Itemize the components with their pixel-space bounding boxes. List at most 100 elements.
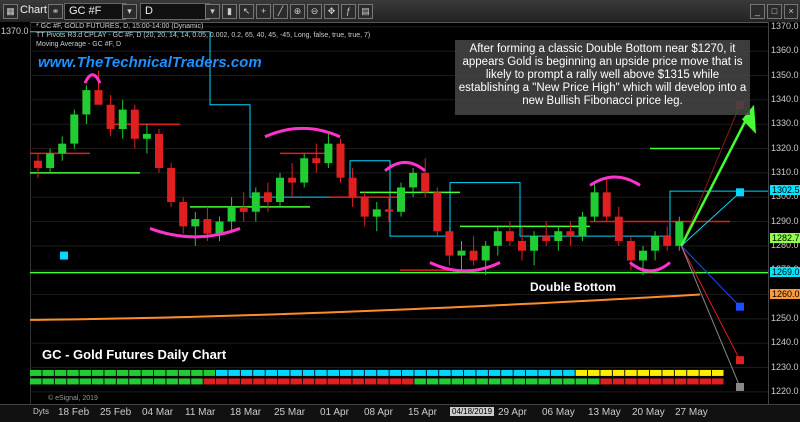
minimize-icon[interactable]: _	[750, 4, 765, 19]
symbol-input[interactable]: GC #F	[64, 3, 126, 20]
indicator-cell	[116, 369, 129, 376]
price-axis-tick: 1350.0	[771, 69, 799, 80]
indicator-cell	[687, 369, 699, 376]
indicator-cell	[253, 369, 265, 376]
cursor-icon[interactable]: ↖	[239, 4, 254, 19]
candle-body	[578, 216, 587, 237]
indicator-cell	[166, 378, 178, 385]
projection-marker	[736, 382, 744, 391]
site-link[interactable]: www.TheTechnicalTraders.com	[38, 54, 262, 71]
indicator-cell	[600, 369, 612, 376]
price-tag: 1260.0	[770, 288, 800, 299]
candle-body	[263, 192, 272, 203]
projection-marker	[736, 188, 744, 197]
crosshair-icon[interactable]: +	[256, 4, 271, 19]
indicator-cell	[625, 378, 637, 385]
candle-body	[251, 192, 260, 212]
indicator-cell	[278, 369, 290, 376]
indicator-cell	[340, 369, 352, 376]
indicator-cell	[550, 369, 563, 376]
indicator-cell	[352, 378, 364, 385]
candle-body	[70, 114, 79, 144]
indicator-cell	[699, 378, 712, 385]
indicator-cell	[526, 369, 538, 376]
indicator-cell	[54, 378, 67, 385]
indicator-cell	[588, 378, 600, 385]
chart-title: GC - Gold Futures Daily Chart	[42, 347, 227, 362]
indicator-cell	[575, 369, 588, 376]
date-axis-tick: 11 Mar	[185, 407, 216, 418]
candle-body	[82, 90, 91, 115]
indicator-cell	[364, 378, 377, 385]
price-axis-tick: 1220.0	[771, 385, 799, 396]
zoom-out-icon[interactable]: ⊖	[307, 4, 322, 19]
bar-style-icon[interactable]: ▮	[222, 4, 237, 19]
date-axis-prefix: Dyts	[33, 407, 49, 416]
symbol-list-icon[interactable]: ▾	[122, 4, 137, 19]
candle-body	[614, 216, 623, 241]
date-axis-tick: 29 Apr	[498, 407, 527, 418]
indicator-cell	[699, 369, 712, 376]
indicator-cell	[327, 378, 340, 385]
candle-body	[469, 250, 478, 261]
indicator-cell	[228, 378, 240, 385]
close-icon[interactable]: ×	[784, 4, 798, 19]
price-axis-tick: 1240.0	[771, 337, 799, 348]
interval-dropdown-icon[interactable]: ▾	[205, 4, 220, 19]
indicator-cell	[377, 378, 389, 385]
study-icon[interactable]: ƒ	[341, 4, 356, 19]
candle-body	[167, 167, 176, 203]
indicator-cell	[712, 378, 724, 385]
indicator-cell	[501, 378, 513, 385]
indicator-cell	[426, 378, 439, 385]
indicator-cell	[451, 378, 464, 385]
indicator-cell	[141, 378, 154, 385]
pan-icon[interactable]: ✥	[324, 4, 339, 19]
date-axis-tick: 04/18/2019	[450, 407, 495, 416]
price-axis[interactable]: 1370.0 1360.0 1350.0 1340.0 1330.0 1320.0 1310…	[768, 21, 800, 404]
interval-select[interactable]: D	[140, 3, 210, 20]
candle-body	[481, 245, 490, 261]
indicator-cell	[191, 369, 203, 376]
left-axis-top-label: 1370.0	[1, 26, 29, 36]
candle-body	[590, 192, 599, 217]
projection-line	[680, 191, 741, 247]
projection-marker	[736, 302, 744, 311]
candle-body	[651, 236, 660, 251]
price-axis-tick: 1250.0	[771, 312, 799, 323]
indicator-cell	[240, 378, 253, 385]
indicator-cell	[42, 378, 54, 385]
date-axis-tick: 20 May	[632, 407, 665, 418]
template-icon[interactable]: ▤	[358, 4, 373, 19]
indicator-cell	[191, 378, 203, 385]
indicator-cell	[253, 378, 265, 385]
candle-body	[639, 250, 647, 261]
price-axis-tick: 1330.0	[771, 118, 799, 129]
candle-body	[227, 206, 236, 222]
indicator-cell	[290, 369, 302, 376]
indicator-cell	[216, 378, 228, 385]
link-icon[interactable]: ⚭	[48, 4, 63, 19]
draw-line-icon[interactable]: ╱	[273, 4, 288, 19]
price-axis-tick: 1340.0	[771, 93, 799, 104]
projection-arrow-shaft	[680, 111, 752, 247]
candle-body	[626, 240, 635, 261]
indicator-cell	[265, 378, 278, 385]
chart-window-icon[interactable]: ▦	[3, 4, 18, 19]
indicator-cell	[538, 378, 550, 385]
candle-body	[203, 219, 212, 234]
indicator-cell	[575, 378, 588, 385]
legend-line-1: * GC #F, GOLD FUTURES, D, 15:00-14:00 (D…	[36, 23, 204, 30]
maximize-icon[interactable]: □	[767, 4, 782, 19]
zoom-in-icon[interactable]: ⊕	[290, 4, 305, 19]
indicator-cell	[92, 369, 104, 376]
indicator-cell	[674, 369, 687, 376]
price-axis-tick: 1290.0	[771, 215, 799, 226]
highlight-arc	[629, 261, 671, 273]
date-axis-tick: 25 Mar	[274, 407, 306, 418]
date-axis[interactable]: Dyts 18 Feb 25 Feb 04 Mar 11 Mar 18 Mar 25 Ma…	[0, 404, 800, 422]
indicator-cell	[625, 369, 637, 376]
indicator-cell	[92, 378, 104, 385]
candle-body	[336, 143, 345, 178]
indicator-cell	[203, 369, 216, 376]
